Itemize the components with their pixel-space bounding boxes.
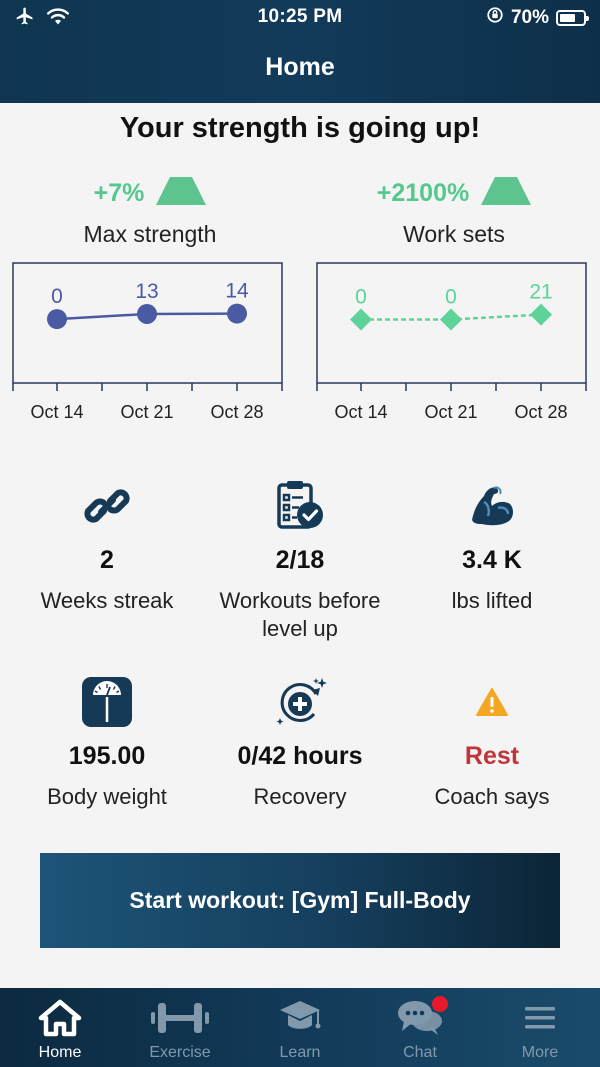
data-point <box>440 308 462 331</box>
stat-coach-says[interactable]: Rest Coach says <box>392 674 592 811</box>
clipboard-check-icon <box>200 478 400 534</box>
work-sets-card[interactable]: +2100% Work sets 0 0 21 Oct 14 Oct 21 Oct 28 <box>314 175 594 430</box>
tab-exercise[interactable]: Exercise <box>120 988 240 1067</box>
stat-label: lbs lifted <box>451 588 533 613</box>
stat-workouts-level[interactable]: 2/18 Workouts before level up <box>200 478 400 643</box>
stat-label: Coach says <box>434 784 550 809</box>
stat-value: 0/42 hours <box>237 742 363 770</box>
stat-value: 2/18 <box>275 546 325 574</box>
max-strength-chart: 0 13 14 Oct 14 Oct 21 Oct 28 <box>12 262 283 422</box>
warning-icon <box>392 674 592 730</box>
trend-up-icon <box>481 176 532 210</box>
tick-label: Oct 14 <box>334 402 387 422</box>
tick-label: Oct 28 <box>210 402 263 422</box>
stat-recovery[interactable]: 0/42 hours Recovery <box>200 674 400 811</box>
data-point <box>137 303 157 324</box>
page-title: Home <box>265 53 335 81</box>
stat-value: 195.00 <box>68 742 146 770</box>
data-point <box>530 303 552 326</box>
stat-weeks-streak[interactable]: 2 Weeks streak <box>7 478 207 615</box>
tick-label: Oct 14 <box>30 402 83 422</box>
stat-body-weight[interactable]: 195.00 Body weight <box>7 674 207 811</box>
tab-bar: Home Exercise Learn Chat More <box>0 988 600 1067</box>
tick-label: Oct 28 <box>514 402 567 422</box>
chart-title: Work sets <box>403 221 505 247</box>
stat-label: Recovery <box>253 784 347 809</box>
tab-label: Learn <box>279 1044 321 1061</box>
battery-icon <box>556 10 589 26</box>
battery-percent: 70% <box>510 7 549 28</box>
home-icon <box>38 998 82 1038</box>
stat-value: 3.4 K <box>462 546 522 574</box>
data-label: 0 <box>51 285 63 308</box>
max-strength-card[interactable]: +7% Max strength 0 13 14 Oct 14 Oct 21 Oct 28 <box>10 175 290 430</box>
change-percent: +2100% <box>376 178 470 207</box>
tab-label: Exercise <box>149 1044 211 1061</box>
change-row: +2100% <box>314 175 594 211</box>
start-workout-button[interactable]: Start workout: [Gym] Full-Body <box>40 853 560 948</box>
recovery-plus-icon <box>200 674 400 730</box>
stat-value: Rest <box>464 742 520 770</box>
tab-label: More <box>521 1044 559 1061</box>
tab-learn[interactable]: Learn <box>240 988 360 1067</box>
stat-lbs-lifted[interactable]: 3.4 K lbs lifted <box>392 478 592 615</box>
change-percent: +7% <box>93 178 145 207</box>
data-label: 21 <box>529 281 552 304</box>
stat-label: Weeks streak <box>40 588 174 613</box>
data-label: 13 <box>135 280 158 303</box>
status-bar: 10:25 PM 70% <box>0 0 600 34</box>
status-right: 70% <box>486 6 589 30</box>
tab-more[interactable]: More <box>480 988 600 1067</box>
tick-label: Oct 21 <box>120 402 173 422</box>
tab-label: Home <box>38 1044 82 1061</box>
data-label: 0 <box>355 285 367 308</box>
trend-up-icon <box>156 176 207 210</box>
orientation-lock-icon <box>486 6 504 30</box>
data-point <box>227 303 247 324</box>
change-row: +7% <box>10 175 290 211</box>
stat-value: 2 <box>100 546 114 574</box>
stat-label: Body weight <box>47 784 167 809</box>
graduation-cap-icon <box>278 998 322 1038</box>
tab-label: Chat <box>403 1044 437 1061</box>
data-label: 14 <box>225 280 249 303</box>
tab-home[interactable]: Home <box>0 988 120 1067</box>
menu-icon <box>523 998 557 1038</box>
data-point <box>47 309 67 330</box>
scale-icon <box>7 674 207 730</box>
notification-badge <box>432 996 448 1012</box>
stat-label: Workouts before level up <box>219 588 381 641</box>
data-label: 0 <box>445 285 457 308</box>
data-point <box>350 308 372 331</box>
link-icon <box>7 478 207 534</box>
tick-label: Oct 21 <box>424 402 477 422</box>
headline: Your strength is going up! <box>119 112 481 144</box>
dumbbell-icon <box>149 998 211 1038</box>
tab-chat[interactable]: Chat <box>360 988 480 1067</box>
work-sets-chart: 0 0 21 Oct 14 Oct 21 Oct 28 <box>316 262 587 422</box>
top-bar: 10:25 PM 70% Home <box>0 0 600 103</box>
flexed-arm-icon <box>392 478 592 534</box>
chart-title: Max strength <box>83 221 217 247</box>
